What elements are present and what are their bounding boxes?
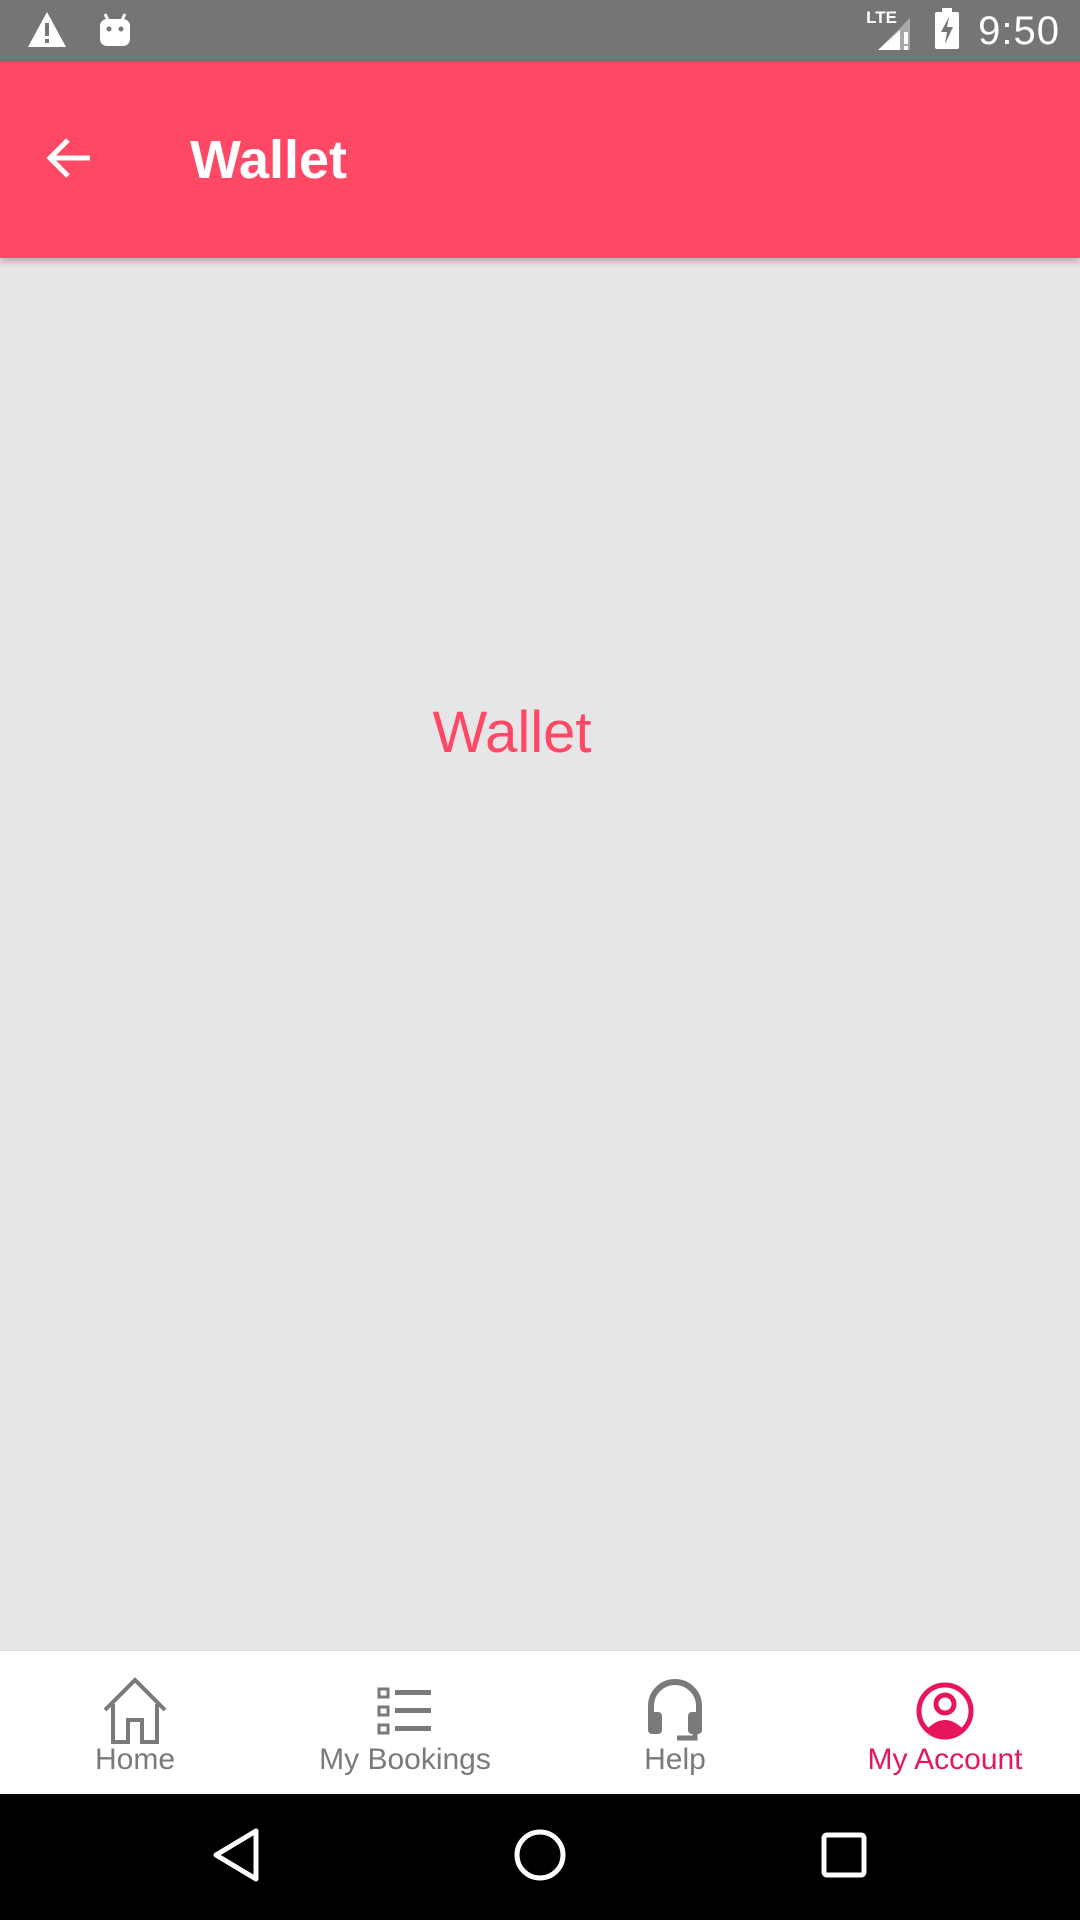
content-area: Wallet [0,258,1080,1650]
status-time: 9:50 [978,8,1060,53]
status-left-icons [26,10,132,55]
nav-label-home: Home [94,1743,176,1776]
bottom-nav: Home My Bookings Help My Account [0,1650,1080,1795]
warning-icon [26,10,68,55]
lte-signal-icon: LTE [866,8,916,54]
account-circle-icon [909,1675,981,1747]
nav-item-home[interactable]: Home [0,1651,270,1795]
wallet-label: Wallet [432,700,592,765]
battery-charging-icon [934,7,960,55]
back-button[interactable] [30,120,110,200]
system-nav-bar [0,1794,1080,1920]
page-title: Wallet [190,130,348,190]
system-back-button[interactable] [196,1820,276,1894]
nav-label-my-account: My Account [867,1743,1023,1776]
recents-square-icon [819,1830,869,1885]
screen: LTE 9:50 Wallet Wallet Home My Bookings … [0,0,1080,1920]
arrow-left-icon [46,136,94,185]
list-icon [369,1675,441,1747]
system-home-button[interactable] [500,1820,580,1894]
nav-item-my-bookings[interactable]: My Bookings [270,1651,540,1795]
system-recents-button[interactable] [804,1820,884,1894]
nav-item-my-account[interactable]: My Account [810,1651,1080,1795]
android-icon [98,12,132,53]
home-icon [99,1675,171,1747]
status-right-icons: LTE 9:50 [866,6,1060,56]
home-circle-icon [512,1827,568,1888]
back-triangle-icon [210,1827,262,1888]
status-bar: LTE 9:50 [0,0,1080,62]
nav-label-my-bookings: My Bookings [319,1743,491,1776]
nav-item-help[interactable]: Help [540,1651,810,1795]
nav-label-help: Help [644,1743,706,1776]
headset-icon [639,1675,711,1747]
app-bar: Wallet [0,62,1080,258]
